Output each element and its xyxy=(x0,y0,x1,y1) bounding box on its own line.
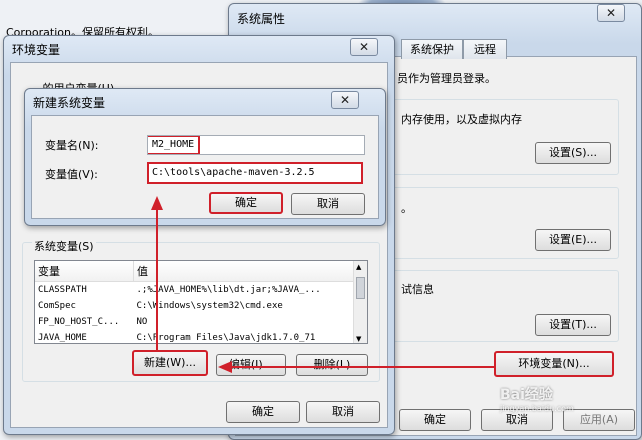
variable-name-label: 变量名(N): xyxy=(45,139,99,152)
variable-name-cell: FP_NO_HOST_C... xyxy=(38,317,120,327)
annotation-arrowhead-up xyxy=(151,196,163,210)
variable-value-label: 变量值(V): xyxy=(45,168,98,181)
table-row[interactable]: CLASSPATH .;%JAVA_HOME%\lib\dt.jar;%JAVA… xyxy=(35,282,355,299)
watermark-text: Bai经验 xyxy=(500,387,553,403)
close-icon: ✕ xyxy=(605,6,617,20)
variable-name-cell: CLASSPATH xyxy=(38,285,87,295)
column-header-variable[interactable]: 变量 xyxy=(35,261,134,282)
debug-text: 试信息 xyxy=(401,283,434,296)
system-variables-list[interactable]: 变量 值 CLASSPATH .;%JAVA_HOME%\lib\dt.jar;… xyxy=(34,260,368,344)
close-icon: ✕ xyxy=(339,93,351,107)
variable-value-field[interactable]: C:\tools\apache-maven-3.2.5 xyxy=(147,162,363,184)
tab-remote[interactable]: 远程 xyxy=(463,39,507,59)
variable-value-cell: .;%JAVA_HOME%\lib\dt.jar;%JAVA_... xyxy=(136,285,321,295)
performance-settings-button[interactable]: 设置(S)... xyxy=(535,142,611,164)
annotation-arrow-vertical xyxy=(156,208,158,350)
variable-name-cell: ComSpec xyxy=(38,301,76,311)
vertical-scrollbar[interactable]: ▲ ▼ xyxy=(353,261,367,343)
system-properties-ok-button[interactable]: 确定 xyxy=(399,409,471,431)
system-variables-label: 系统变量(S) xyxy=(32,238,96,254)
system-variables-table: 变量 值 CLASSPATH .;%JAVA_HOME%\lib\dt.jar;… xyxy=(35,261,355,343)
system-properties-close-button[interactable]: ✕ xyxy=(597,4,625,22)
environment-variables-ok-button[interactable]: 确定 xyxy=(226,401,300,423)
environment-variables-title: 环境变量 xyxy=(12,43,61,57)
table-row[interactable]: ComSpec C:\Windows\system32\cmd.exe xyxy=(35,298,355,314)
table-row[interactable]: JAVA_HOME C:\Program Files\Java\jdk1.7.0… xyxy=(35,330,355,343)
variable-name-highlight: M2_HOME xyxy=(148,136,201,154)
new-system-variable-dialog: 新建系统变量 ✕ 变量名(N): M2_HOME 变量值(V): C:\tool… xyxy=(24,88,386,226)
environment-variables-button[interactable]: 环境变量(N)... xyxy=(494,351,614,377)
environment-variables-close-button[interactable]: ✕ xyxy=(350,38,378,56)
environment-variables-cancel-button[interactable]: 取消 xyxy=(306,401,380,423)
close-icon: ✕ xyxy=(358,40,370,54)
new-variable-cancel-button[interactable]: 取消 xyxy=(291,193,365,215)
variable-name-field[interactable]: M2_HOME xyxy=(147,135,365,155)
annotation-arrow-horizontal xyxy=(232,366,494,368)
new-system-variable-title: 新建系统变量 xyxy=(33,96,106,110)
annotation-arrowhead-left xyxy=(218,361,232,373)
profile-text: 。 xyxy=(401,202,412,215)
new-variable-ok-button[interactable]: 确定 xyxy=(209,192,283,214)
new-variable-button[interactable]: 新建(W)... xyxy=(132,350,208,376)
variable-value-cell: C:\Windows\system32\cmd.exe xyxy=(136,301,283,311)
profile-settings-button[interactable]: 设置(E)... xyxy=(535,229,611,251)
variable-value-cell: C:\Program Files\Java\jdk1.7.0_71 xyxy=(136,333,316,343)
watermark-logo: Bai经验 jingyan.baidu.com xyxy=(500,384,574,413)
variable-name-cell: JAVA_HOME xyxy=(38,333,87,343)
startup-settings-button[interactable]: 设置(T)... xyxy=(535,314,611,336)
table-row[interactable]: FP_NO_HOST_C... NO xyxy=(35,314,355,330)
scrollbar-thumb[interactable] xyxy=(356,277,365,299)
delete-variable-button[interactable]: 删除(L) xyxy=(296,354,368,376)
admin-note: 员作为管理员登录。 xyxy=(397,72,496,85)
column-header-value[interactable]: 值 xyxy=(133,261,355,282)
variable-value-cell: NO xyxy=(136,317,148,327)
new-system-variable-close-button[interactable]: ✕ xyxy=(331,91,359,109)
watermark-subtext: jingyan.baidu.com xyxy=(500,404,574,413)
scroll-up-icon[interactable]: ▲ xyxy=(356,263,361,271)
system-properties-title: 系统属性 xyxy=(237,12,286,26)
tab-system-protection[interactable]: 系统保护 xyxy=(401,39,463,59)
scroll-down-icon[interactable]: ▼ xyxy=(356,335,361,343)
performance-text: 内存使用，以及虚拟内存 xyxy=(401,113,522,126)
